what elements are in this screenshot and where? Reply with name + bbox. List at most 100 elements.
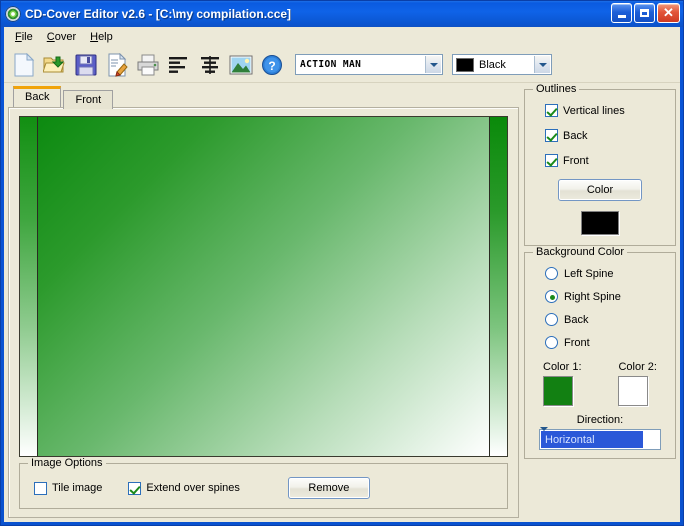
outline-color-swatch[interactable]	[581, 211, 619, 235]
open-folder-icon[interactable]	[41, 51, 69, 79]
outlines-group: Outlines Vertical lines Back Front Color	[524, 83, 676, 246]
direction-label: Direction:	[576, 414, 624, 426]
outline-back-label: Back	[563, 129, 588, 142]
cover-preview-canvas[interactable]	[19, 116, 508, 457]
outlines-title: Outlines	[533, 83, 580, 95]
toolbar: ? ACTION MAN Black	[4, 47, 680, 83]
minimize-button[interactable]	[611, 3, 632, 23]
title-bar: CD-Cover Editor v2.6 - [C:\my compilatio…	[1, 1, 683, 27]
image-options-group: Image Options Tile image Extend over spi…	[19, 457, 508, 509]
bg-back-radio[interactable]: Back	[545, 313, 665, 326]
menu-file-accel: F	[15, 31, 22, 43]
outline-front-label: Front	[563, 154, 589, 167]
text-color-swatch	[456, 57, 474, 72]
tab-back[interactable]: Back	[13, 86, 62, 107]
cd-disc-icon	[5, 6, 21, 22]
background-color-title: Background Color	[533, 246, 628, 258]
help-question-icon[interactable]: ?	[258, 51, 286, 79]
menu-cover[interactable]: Cover	[40, 29, 83, 45]
outline-back-checkbox[interactable]: Back	[545, 129, 665, 142]
body-area: Back Front Image Options Tile image Exte…	[4, 83, 680, 522]
color2-cell: Color 2:	[618, 361, 657, 406]
font-select-value: ACTION MAN	[300, 59, 362, 70]
bg-right-spine-radio[interactable]: Right Spine	[545, 290, 665, 303]
maximize-button[interactable]	[634, 3, 655, 23]
menu-file-label: ile	[21, 31, 33, 43]
align-center-icon[interactable]	[196, 51, 224, 79]
outline-front-checkbox-box	[545, 154, 558, 167]
edit-document-icon[interactable]	[103, 51, 131, 79]
print-icon[interactable]	[134, 51, 162, 79]
chevron-down-icon[interactable]	[534, 56, 550, 73]
menu-help-accel: H	[90, 31, 99, 43]
color1-cell: Color 1:	[543, 361, 582, 406]
new-file-icon[interactable]	[10, 51, 38, 79]
close-icon: ✕	[663, 5, 674, 20]
extend-over-spines-checkbox[interactable]: Extend over spines	[128, 481, 240, 495]
menu-cover-label: over	[54, 31, 77, 43]
bg-back-radio-circle	[545, 313, 558, 326]
menu-file[interactable]: File	[8, 29, 40, 45]
remove-image-button[interactable]: Remove	[287, 477, 370, 499]
outline-back-checkbox-box	[545, 129, 558, 142]
bg-front-radio-circle	[545, 336, 558, 349]
bg-left-spine-label: Left Spine	[564, 267, 614, 280]
svg-text:?: ?	[268, 59, 275, 73]
application-window: CD-Cover Editor v2.6 - [C:\my compilatio…	[0, 0, 684, 526]
extend-over-spines-label: Extend over spines	[146, 482, 240, 494]
color-pair-row: Color 1: Color 2:	[535, 359, 665, 406]
image-options-title: Image Options	[28, 457, 106, 469]
outline-vertical-lines-label: Vertical lines	[563, 104, 625, 117]
menu-help-label: elp	[98, 31, 113, 43]
tab-back-label: Back	[25, 91, 50, 103]
menu-cover-accel: C	[46, 31, 55, 43]
tile-image-checkbox[interactable]: Tile image	[34, 481, 103, 495]
tile-image-checkbox-box	[34, 481, 47, 495]
outline-color-button[interactable]: Color	[558, 179, 642, 201]
outline-vertical-lines-checkbox-box	[545, 104, 558, 117]
maximize-icon	[640, 9, 649, 17]
outline-front-checkbox[interactable]: Front	[545, 154, 665, 167]
back-cover-region[interactable]	[38, 117, 489, 456]
outline-vertical-lines-checkbox[interactable]: Vertical lines	[545, 104, 665, 117]
menu-bar: File Cover Help	[4, 27, 680, 47]
bg-front-label: Front	[564, 336, 590, 349]
tab-front[interactable]: Front	[63, 90, 114, 109]
window-title: CD-Cover Editor v2.6 - [C:\my compilatio…	[25, 7, 292, 21]
tile-image-label: Tile image	[52, 482, 103, 494]
bg-back-label: Back	[564, 313, 589, 326]
menu-help[interactable]: Help	[83, 29, 120, 45]
tab-panel-back: Image Options Tile image Extend over spi…	[8, 107, 519, 518]
text-color-select[interactable]: Black	[452, 54, 552, 75]
main-window: CD-Cover Editor v2.6 - [C:\my compilatio…	[0, 0, 684, 526]
color1-swatch[interactable]	[543, 376, 573, 406]
bg-right-spine-label: Right Spine	[564, 290, 621, 303]
bg-front-radio[interactable]: Front	[545, 336, 665, 349]
bg-left-spine-radio[interactable]: Left Spine	[545, 267, 665, 280]
color2-swatch[interactable]	[618, 376, 649, 406]
bg-left-spine-radio-circle	[545, 267, 558, 280]
bg-right-spine-radio-circle	[545, 290, 558, 303]
color1-label: Color 1:	[543, 361, 582, 373]
properties-column: Outlines Vertical lines Back Front Color…	[524, 83, 676, 518]
align-left-icon[interactable]	[165, 51, 193, 79]
extend-over-spines-checkbox-box	[128, 481, 142, 495]
outline-color-swatch-wrap	[535, 211, 665, 235]
save-floppy-icon[interactable]	[72, 51, 100, 79]
editor-column: Back Front Image Options Tile image Exte…	[8, 86, 519, 518]
color2-label: Color 2:	[618, 361, 657, 373]
insert-image-icon[interactable]	[227, 51, 255, 79]
minimize-icon	[617, 14, 626, 18]
window-controls: ✕	[611, 3, 680, 23]
left-spine-region[interactable]	[20, 117, 37, 456]
direction-select[interactable]: Horizontal	[539, 426, 661, 450]
font-select[interactable]: ACTION MAN	[295, 54, 443, 75]
cover-canvas-wrap	[15, 114, 512, 461]
text-color-value: Black	[479, 58, 506, 71]
client-area: File Cover Help ? ACTION MAN Black Back …	[4, 27, 680, 522]
tab-front-label: Front	[75, 94, 102, 106]
right-spine-region[interactable]	[490, 117, 507, 456]
close-button[interactable]: ✕	[657, 3, 680, 23]
right-column-spacer	[524, 465, 676, 518]
chevron-down-icon[interactable]	[425, 56, 441, 73]
